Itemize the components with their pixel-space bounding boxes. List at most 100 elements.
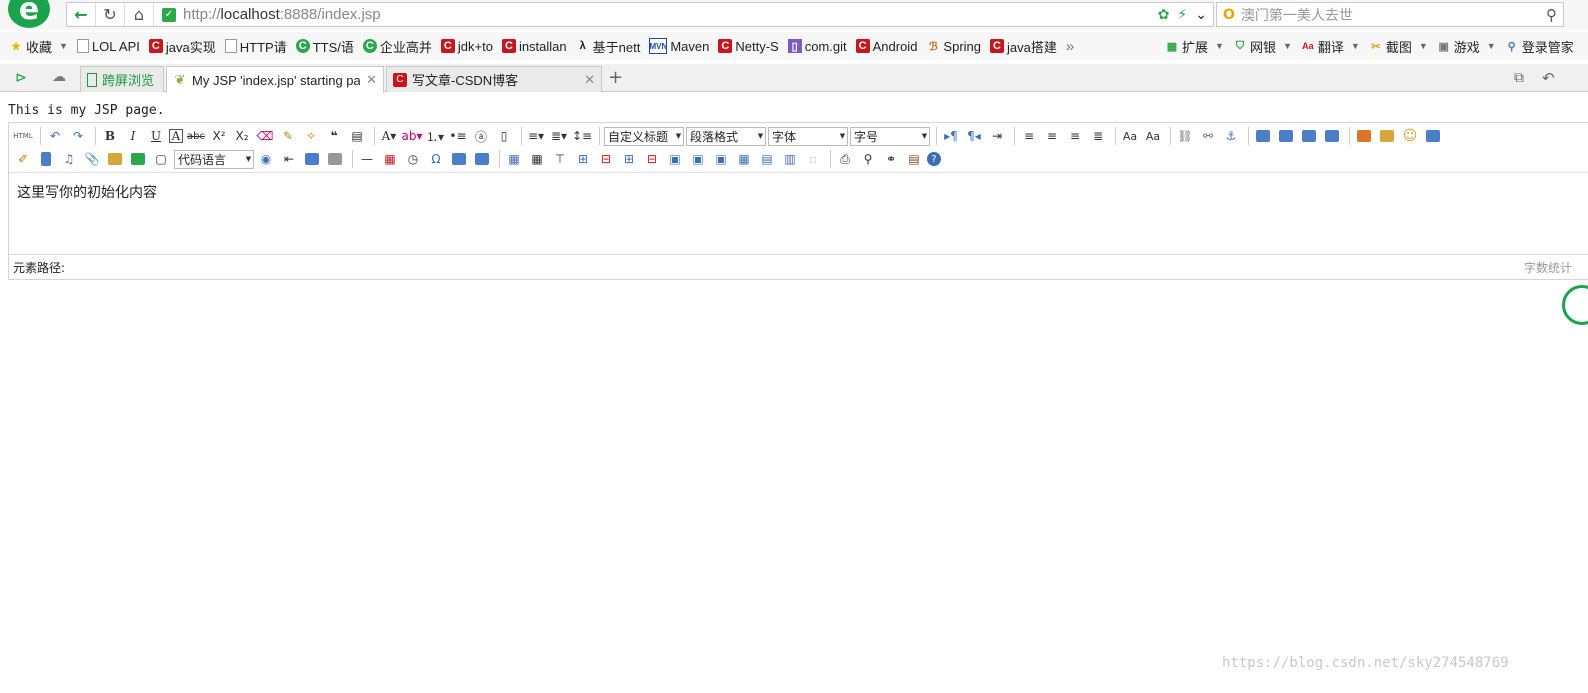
page-break-icon[interactable]: ▢ <box>151 149 171 169</box>
select-all-icon[interactable]: ⓐ <box>471 126 491 146</box>
font-size-select[interactable]: 字号 ▼ <box>850 126 930 146</box>
redo-icon[interactable]: ↷ <box>68 126 88 146</box>
insert-map-icon[interactable] <box>128 149 148 169</box>
special-chars-icon[interactable]: Ω <box>426 149 446 169</box>
bookmark-item[interactable]: C TTS/语 <box>295 37 354 56</box>
align-center-icon[interactable]: ≡ <box>1042 126 1062 146</box>
blockquote-icon[interactable]: ❝ <box>324 126 344 146</box>
back-arrow-icon[interactable]: ← <box>67 3 96 26</box>
subscript-icon[interactable]: X₂ <box>232 126 252 146</box>
insert-frame-icon[interactable] <box>105 149 125 169</box>
bookmark-item[interactable]: LOL API <box>76 39 140 54</box>
template-icon[interactable]: ⇤ <box>279 149 299 169</box>
strikethrough-icon[interactable]: abc <box>186 126 206 146</box>
insert-col-icon[interactable]: ⊞ <box>619 149 639 169</box>
auto-format-icon[interactable]: ✧ <box>301 126 321 146</box>
underline-icon[interactable]: U <box>146 126 166 146</box>
merge-cells-icon[interactable]: ▣ <box>665 149 685 169</box>
help-icon[interactable]: ? <box>927 152 941 166</box>
editor-content[interactable]: 这里写你的初始化内容 <box>9 172 1588 256</box>
banking-menu[interactable]: ⛉ 网银 ▼ <box>1233 37 1292 56</box>
insert-paragraph-before-table-icon[interactable]: ⊤ <box>550 149 570 169</box>
bookmark-favorites[interactable]: ★ 收藏 ▼ <box>9 37 68 56</box>
search-engine-icon[interactable]: O <box>1223 7 1235 23</box>
close-tab-icon[interactable]: ✕ <box>584 72 595 88</box>
scrawl-icon[interactable]: ✐ <box>13 149 33 169</box>
bookmark-item[interactable]: Cinstallan <box>501 39 567 54</box>
caret-down-icon[interactable]: ▼ <box>1283 41 1292 51</box>
compat-mode-icon[interactable]: ✿ <box>1158 7 1170 23</box>
link-icon[interactable]: ⛓ <box>1175 126 1195 146</box>
caret-down-icon[interactable]: ▼ <box>1419 41 1428 51</box>
close-tab-icon[interactable]: ✕ <box>366 72 377 88</box>
date-icon[interactable]: ▦ <box>380 149 400 169</box>
tab-csdn[interactable]: C 写文章-CSDN博客 ✕ <box>386 66 602 92</box>
insert-image-icon[interactable] <box>1377 126 1397 146</box>
format-painter-icon[interactable]: ✎ <box>278 126 298 146</box>
refresh-icon[interactable]: ↻ <box>96 3 125 26</box>
bookmark-item[interactable]: λ 基于nett <box>576 37 641 56</box>
cloud-icon[interactable]: ☁ <box>50 69 68 85</box>
lowercase-icon[interactable]: Aa <box>1143 126 1163 146</box>
font-family-select[interactable]: 字体 ▼ <box>768 126 848 146</box>
more-bookmarks-icon[interactable]: » <box>1066 38 1074 55</box>
bookmark-item[interactable]: MVN Maven <box>649 38 709 54</box>
indent-icon[interactable]: ⇥ <box>987 126 1007 146</box>
emotion-icon[interactable]: ☺ <box>1400 126 1420 146</box>
screenshot-icon[interactable] <box>1423 126 1443 146</box>
undo-icon[interactable]: ↶ <box>45 126 65 146</box>
speed-mode-icon[interactable]: ⚡ <box>1177 7 1187 23</box>
caret-down-icon[interactable]: ▼ <box>59 41 68 51</box>
font-color-icon[interactable]: A▾ <box>379 126 399 146</box>
split-rows-icon[interactable]: ▤ <box>757 149 777 169</box>
insert-table-icon[interactable]: ▦ <box>504 149 524 169</box>
extensions-menu[interactable]: ▦ 扩展 ▼ <box>1165 37 1224 56</box>
merge-right-icon[interactable]: ▣ <box>688 149 708 169</box>
caret-down-icon[interactable]: ▼ <box>1487 41 1496 51</box>
font-border-icon[interactable]: A <box>169 129 183 143</box>
caret-down-icon[interactable]: ▼ <box>1351 41 1360 51</box>
web-image-icon[interactable]: ◉ <box>256 149 276 169</box>
unlink-icon[interactable]: ⚯ <box>1198 126 1218 146</box>
italic-icon[interactable]: I <box>123 126 143 146</box>
search-box[interactable]: O ⚲ <box>1216 2 1564 27</box>
bookmark-item[interactable]: HTTP请 <box>224 37 287 56</box>
floating-assistant-icon[interactable] <box>1562 285 1588 325</box>
screenshot-menu[interactable]: ✂ 截图 ▼ <box>1369 37 1428 56</box>
search-input[interactable] <box>1238 5 1540 24</box>
delete-table-icon[interactable]: ▦ <box>527 149 547 169</box>
attachment-icon[interactable]: 📎 <box>82 149 102 169</box>
row-spacing-top-icon[interactable]: ≡▾ <box>526 126 546 146</box>
background-color-icon[interactable]: ab▾ <box>402 126 423 146</box>
rtl-icon[interactable]: ¶◂ <box>964 126 984 146</box>
caret-down-icon[interactable]: ▼ <box>1215 41 1224 51</box>
align-right-icon[interactable]: ≡ <box>1065 126 1085 146</box>
paste-plain-icon[interactable]: ▤ <box>347 126 367 146</box>
bold-icon[interactable]: B <box>100 126 120 146</box>
login-manager[interactable]: ⚲ 登录管家 <box>1505 37 1574 56</box>
paragraph-format-select[interactable]: 段落格式 ▼ <box>686 126 766 146</box>
tab-index-jsp[interactable]: ❦ My JSP 'index.jsp' starting pa ✕ <box>166 66 384 93</box>
undo-close-icon[interactable]: ↶ <box>1542 69 1555 87</box>
simple-upload-icon[interactable] <box>1354 126 1374 146</box>
print-icon[interactable]: ⎙ <box>835 149 855 169</box>
uppercase-icon[interactable]: Aa <box>1120 126 1140 146</box>
superscript-icon[interactable]: X² <box>209 126 229 146</box>
preview-icon[interactable]: ⚲ <box>858 149 878 169</box>
align-justify-icon[interactable]: ≣ <box>1088 126 1108 146</box>
home-icon[interactable]: ⌂ <box>125 3 154 26</box>
insert-row-icon[interactable]: ⊞ <box>573 149 593 169</box>
new-tab-icon[interactable]: + <box>608 67 623 88</box>
search-icon[interactable]: ⚲ <box>1540 6 1563 24</box>
sidebar-toggle-icon[interactable]: ⊳ <box>12 70 30 86</box>
chevron-down-icon[interactable]: ⌄ <box>1195 7 1207 23</box>
bookmark-item[interactable]: ℬ Spring <box>926 39 981 54</box>
snapscreen-icon[interactable] <box>449 149 469 169</box>
ordered-list-icon[interactable]: ⒈▾ <box>425 126 445 146</box>
image-center-icon[interactable] <box>1322 126 1342 146</box>
bookmark-item[interactable]: C Android <box>855 39 917 54</box>
horizontal-rule-icon[interactable]: — <box>357 149 377 169</box>
image-left-icon[interactable] <box>1276 126 1296 146</box>
delete-col-icon[interactable]: ⊟ <box>642 149 662 169</box>
url-text[interactable]: http://localhost:8888/index.jsp <box>183 6 1158 23</box>
